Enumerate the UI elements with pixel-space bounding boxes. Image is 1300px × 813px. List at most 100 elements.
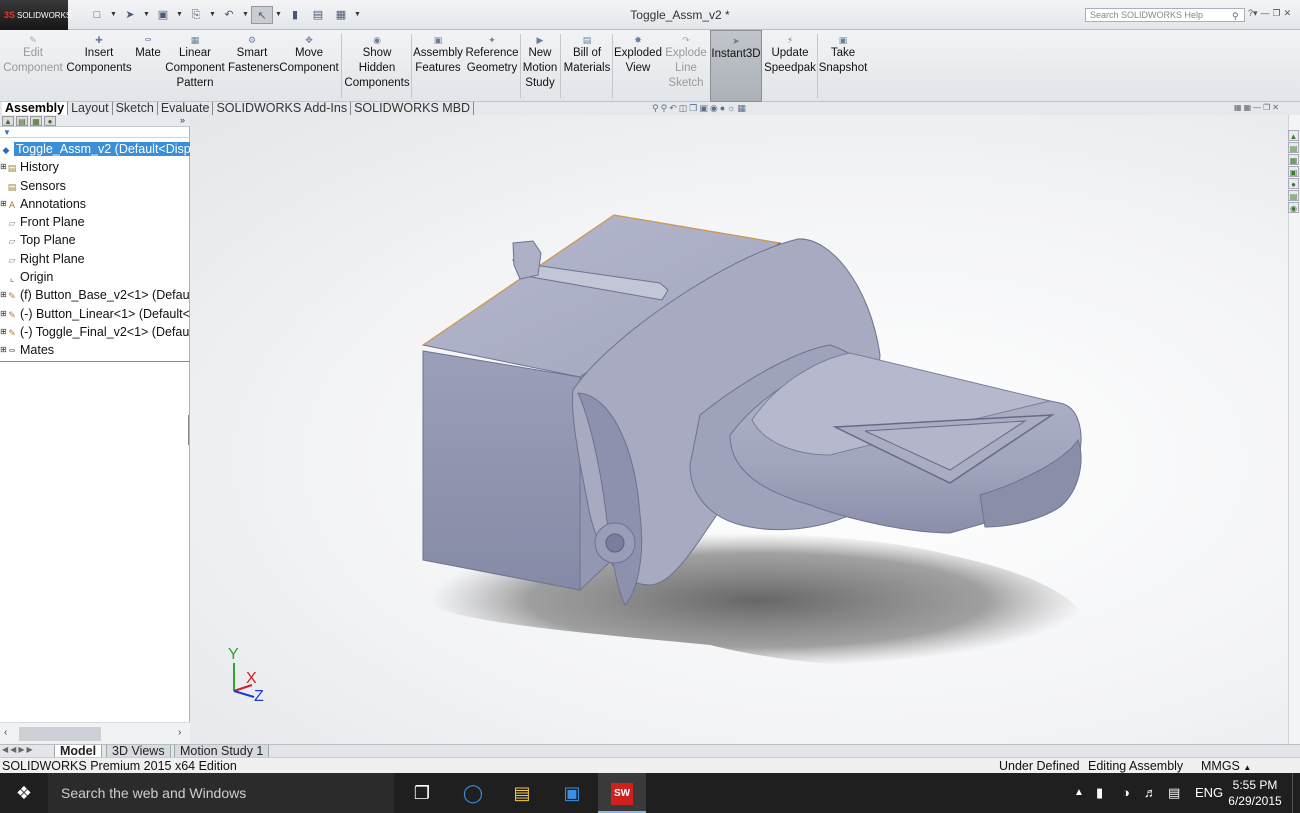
instant3d-button[interactable]: ➤ Instant3D	[710, 30, 762, 102]
tree-item-front-plane[interactable]: ▱ Front Plane	[0, 213, 190, 231]
zoom-area-icon[interactable]: ⚲	[661, 103, 668, 114]
display-manager-tab-icon[interactable]: ●	[44, 116, 56, 126]
first-tab-icon[interactable]: ◀	[2, 745, 8, 754]
last-tab-icon[interactable]: ▶	[26, 745, 32, 754]
expand-panel-icon[interactable]: »	[180, 115, 185, 125]
view-orientation-icon[interactable]: ❐	[689, 103, 697, 114]
exploded-view-button[interactable]: ✸ Exploded View	[613, 30, 663, 102]
tree-item-toggle-final[interactable]: ⊞ ✎ (-) Toggle_Final_v2<1> (Defaul	[0, 323, 190, 341]
property-manager-tab-icon[interactable]: ▤	[16, 116, 28, 126]
tree-item-origin[interactable]: ⌞ Origin	[0, 268, 190, 286]
tab-sketch[interactable]: Sketch	[113, 102, 158, 115]
scroll-right-icon[interactable]: ›	[178, 727, 181, 738]
open-dropdown-icon[interactable]: ▼	[142, 6, 151, 24]
action-center-icon[interactable]: ▤	[1168, 773, 1180, 813]
appearances-tab-icon[interactable]: ●	[1288, 178, 1299, 189]
solidworks-forum-tab-icon[interactable]: ◉	[1288, 202, 1299, 213]
scroll-left-icon[interactable]: ‹	[4, 727, 7, 738]
windows-start-icon[interactable]: ❖	[0, 773, 48, 813]
bill-of-materials-button[interactable]: ▤ Bill of Materials	[562, 30, 612, 102]
volume-icon[interactable]: ♬	[1144, 773, 1157, 813]
solidworks-logo[interactable]: 3S SOLIDWORKS	[0, 0, 71, 30]
tile-icon[interactable]: ▦	[1234, 103, 1242, 112]
select-pointer-icon[interactable]: ↖	[251, 6, 273, 24]
expand-icon[interactable]: ⊞	[0, 286, 8, 304]
tree-item-sensors[interactable]: ▤ Sensors	[0, 177, 190, 195]
tree-filter[interactable]: ▼	[0, 127, 190, 138]
section-view-icon[interactable]: ◫	[679, 103, 688, 114]
zoom-to-fit-icon[interactable]: ⚲	[652, 103, 659, 114]
appearance-icon[interactable]: ●	[720, 103, 725, 114]
tree-horizontal-scrollbar[interactable]: ‹ ›	[0, 722, 190, 744]
open-folder-icon[interactable]: ➤	[119, 6, 141, 24]
tree-item-annotations[interactable]: ⊞ A Annotations	[0, 195, 190, 213]
task-view-icon[interactable]: ❐	[398, 773, 446, 813]
expand-icon[interactable]: ⊞	[0, 305, 8, 323]
tile-vertical-icon[interactable]: ▦	[1244, 103, 1252, 112]
options-dropdown-icon[interactable]: ▼	[353, 6, 362, 24]
solidworks-taskbar-icon[interactable]: SW	[598, 773, 646, 813]
undo-dropdown-icon[interactable]: ▼	[241, 6, 250, 24]
expand-icon[interactable]: ⊞	[0, 341, 8, 359]
tree-root-assembly[interactable]: ◆ Toggle_Assm_v2 (Default<Displa	[0, 140, 190, 158]
tree-item-top-plane[interactable]: ▱ Top Plane	[0, 231, 190, 249]
system-clock[interactable]: 5:55 PM 6/29/2015	[1222, 777, 1288, 809]
custom-properties-tab-icon[interactable]: ▤	[1288, 190, 1299, 201]
file-properties-icon[interactable]: ▤	[307, 6, 329, 24]
assembly-features-button[interactable]: ▣ Assembly Features	[413, 30, 463, 102]
resources-tab-icon[interactable]: ▲	[1288, 130, 1299, 141]
mate-button[interactable]: ⚰ Mate	[133, 30, 163, 102]
filter-icon[interactable]: ▼	[3, 128, 11, 137]
edit-component-button[interactable]: ✎ Edit Component	[2, 30, 64, 102]
input-language[interactable]: ENG	[1195, 773, 1223, 813]
update-speedpak-button[interactable]: ⚡ Update Speedpak	[764, 30, 816, 102]
tab-evaluate[interactable]: Evaluate	[158, 102, 214, 115]
undo-icon[interactable]: ↶	[218, 6, 240, 24]
tab-assembly[interactable]: Assembly	[2, 102, 69, 115]
reference-geometry-button[interactable]: ✦ Reference Geometry	[465, 30, 519, 102]
viewport-restore-icon[interactable]: ❐	[1263, 103, 1270, 112]
hide-show-icon[interactable]: ◉	[710, 103, 718, 114]
internet-explorer-icon[interactable]: ◯	[449, 773, 497, 813]
show-desktop-button[interactable]	[1292, 773, 1300, 813]
viewport-close-icon[interactable]: ✕	[1272, 103, 1279, 112]
linear-component-pattern-button[interactable]: ▦ Linear Component Pattern	[164, 30, 226, 102]
tree-item-button-linear[interactable]: ⊞ ✎ (-) Button_Linear<1> (Default<	[0, 305, 190, 323]
file-explorer-icon[interactable]: ▤	[498, 773, 546, 813]
previous-view-icon[interactable]: ↶	[669, 103, 677, 114]
restore-icon[interactable]: ❐	[1273, 8, 1281, 19]
help-search-input[interactable]: Search SOLIDWORKS Help ⚲	[1085, 8, 1245, 22]
viewport-minimize-icon[interactable]: —	[1253, 103, 1261, 112]
close-icon[interactable]: ✕	[1284, 8, 1292, 19]
new-dropdown-icon[interactable]: ▼	[109, 6, 118, 24]
options-icon[interactable]: ▦	[330, 6, 352, 24]
insert-components-button[interactable]: ✚ Insert Components	[66, 30, 132, 102]
new-document-icon[interactable]: □	[86, 6, 108, 24]
expand-icon[interactable]: ⊞	[0, 323, 8, 341]
power-icon[interactable]: ▮	[1096, 773, 1103, 813]
print-dropdown-icon[interactable]: ▼	[208, 6, 217, 24]
tab-mbd[interactable]: SOLIDWORKS MBD	[351, 102, 475, 115]
graphics-area[interactable]: Y X Z	[190, 115, 1288, 744]
print-icon[interactable]: ⎘	[185, 6, 207, 24]
save-dropdown-icon[interactable]: ▼	[175, 6, 184, 24]
minimize-icon[interactable]: —	[1261, 8, 1270, 19]
tree-item-history[interactable]: ⊞ ▤ History	[0, 158, 190, 176]
smart-fasteners-button[interactable]: ⚙ Smart Fasteners	[228, 30, 279, 102]
help-dropdown-icon[interactable]: ?▾	[1248, 8, 1258, 19]
file-explorer-tab-icon[interactable]: ▦	[1288, 154, 1299, 165]
prev-tab-icon[interactable]: ◀	[10, 745, 16, 754]
explode-line-sketch-button[interactable]: ↷ Explode Line Sketch	[664, 30, 708, 102]
scene-icon[interactable]: ☼	[727, 103, 735, 114]
tree-item-right-plane[interactable]: ▱ Right Plane	[0, 250, 190, 268]
view-palette-tab-icon[interactable]: ▣	[1288, 166, 1299, 177]
taskbar-search-box[interactable]: Search the web and Windows	[48, 773, 394, 813]
save-icon[interactable]: ▣	[152, 6, 174, 24]
tab-addins[interactable]: SOLIDWORKS Add-Ins	[213, 102, 352, 115]
scroll-thumb[interactable]	[19, 727, 101, 741]
show-hidden-components-button[interactable]: ◉ Show Hidden Components	[343, 30, 411, 102]
view-settings-icon[interactable]: ▦	[737, 103, 746, 114]
expand-icon[interactable]: ⊞	[0, 158, 8, 176]
design-library-tab-icon[interactable]: ▤	[1288, 142, 1299, 153]
tree-item-mates[interactable]: ⊞ ⚰ Mates	[0, 341, 190, 359]
